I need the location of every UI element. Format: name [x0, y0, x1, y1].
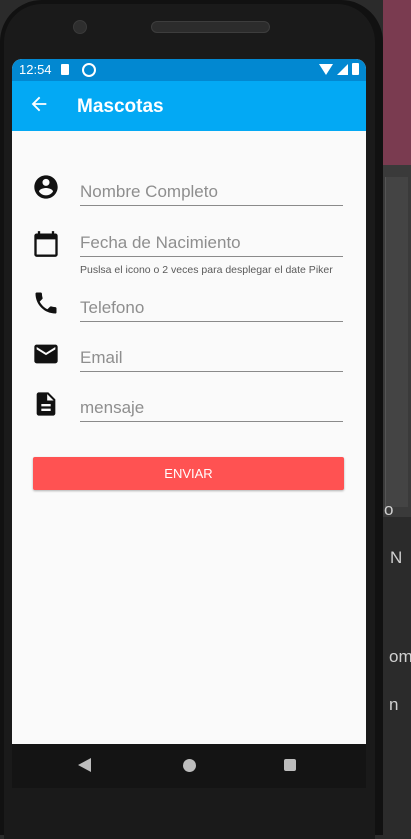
nav-recents-icon[interactable]: [284, 759, 296, 771]
phone-placeholder: Telefono: [80, 298, 145, 317]
calendar-icon[interactable]: [32, 230, 60, 258]
email-icon: [34, 344, 58, 364]
desktop-wallpaper-strip: [383, 0, 411, 165]
status-bar: 12:54: [12, 59, 366, 81]
email-field[interactable]: Email: [80, 344, 343, 372]
signal-icon: [337, 63, 348, 75]
system-nav-bar: [12, 744, 366, 788]
phone-field[interactable]: Telefono: [80, 294, 343, 322]
earpiece-speaker: [151, 21, 270, 33]
desktop-side-panel: [383, 165, 411, 517]
full-name-field[interactable]: Nombre Completo: [80, 178, 343, 206]
date-helper-text: Puslsa el icono o 2 veces para desplegar…: [80, 264, 333, 276]
account-circle-icon: [34, 175, 58, 199]
background-text-fragment: N: [390, 548, 403, 567]
send-button[interactable]: ENVIAR: [33, 457, 344, 490]
front-camera: [73, 20, 87, 34]
nav-back-icon[interactable]: [78, 758, 91, 772]
app-title: Mascotas: [77, 96, 164, 117]
email-placeholder: Email: [80, 348, 123, 367]
full-name-placeholder: Nombre Completo: [80, 182, 218, 201]
document-icon: [36, 392, 56, 416]
background-text-fragment: n: [389, 695, 399, 714]
sd-card-icon: [61, 64, 69, 75]
message-placeholder: mensaje: [80, 398, 145, 417]
nav-home-icon[interactable]: [183, 759, 196, 772]
sync-icon: [82, 63, 96, 77]
phone-icon: [35, 292, 57, 314]
birth-date-placeholder: Fecha de Nacimiento: [80, 233, 241, 252]
message-field[interactable]: mensaje: [80, 394, 343, 422]
app-bar: Mascotas: [12, 81, 366, 131]
app-screen: 12:54 Mascotas Nombre Completo Fecha de …: [12, 59, 366, 744]
status-time: 12:54: [19, 62, 52, 77]
background-text-fragment: o: [384, 500, 394, 519]
back-arrow-icon[interactable]: [28, 93, 50, 115]
battery-icon: [352, 63, 359, 75]
background-text-fragment: om: [389, 647, 411, 666]
birth-date-field[interactable]: Fecha de Nacimiento: [80, 229, 343, 257]
wifi-icon: [319, 63, 333, 75]
